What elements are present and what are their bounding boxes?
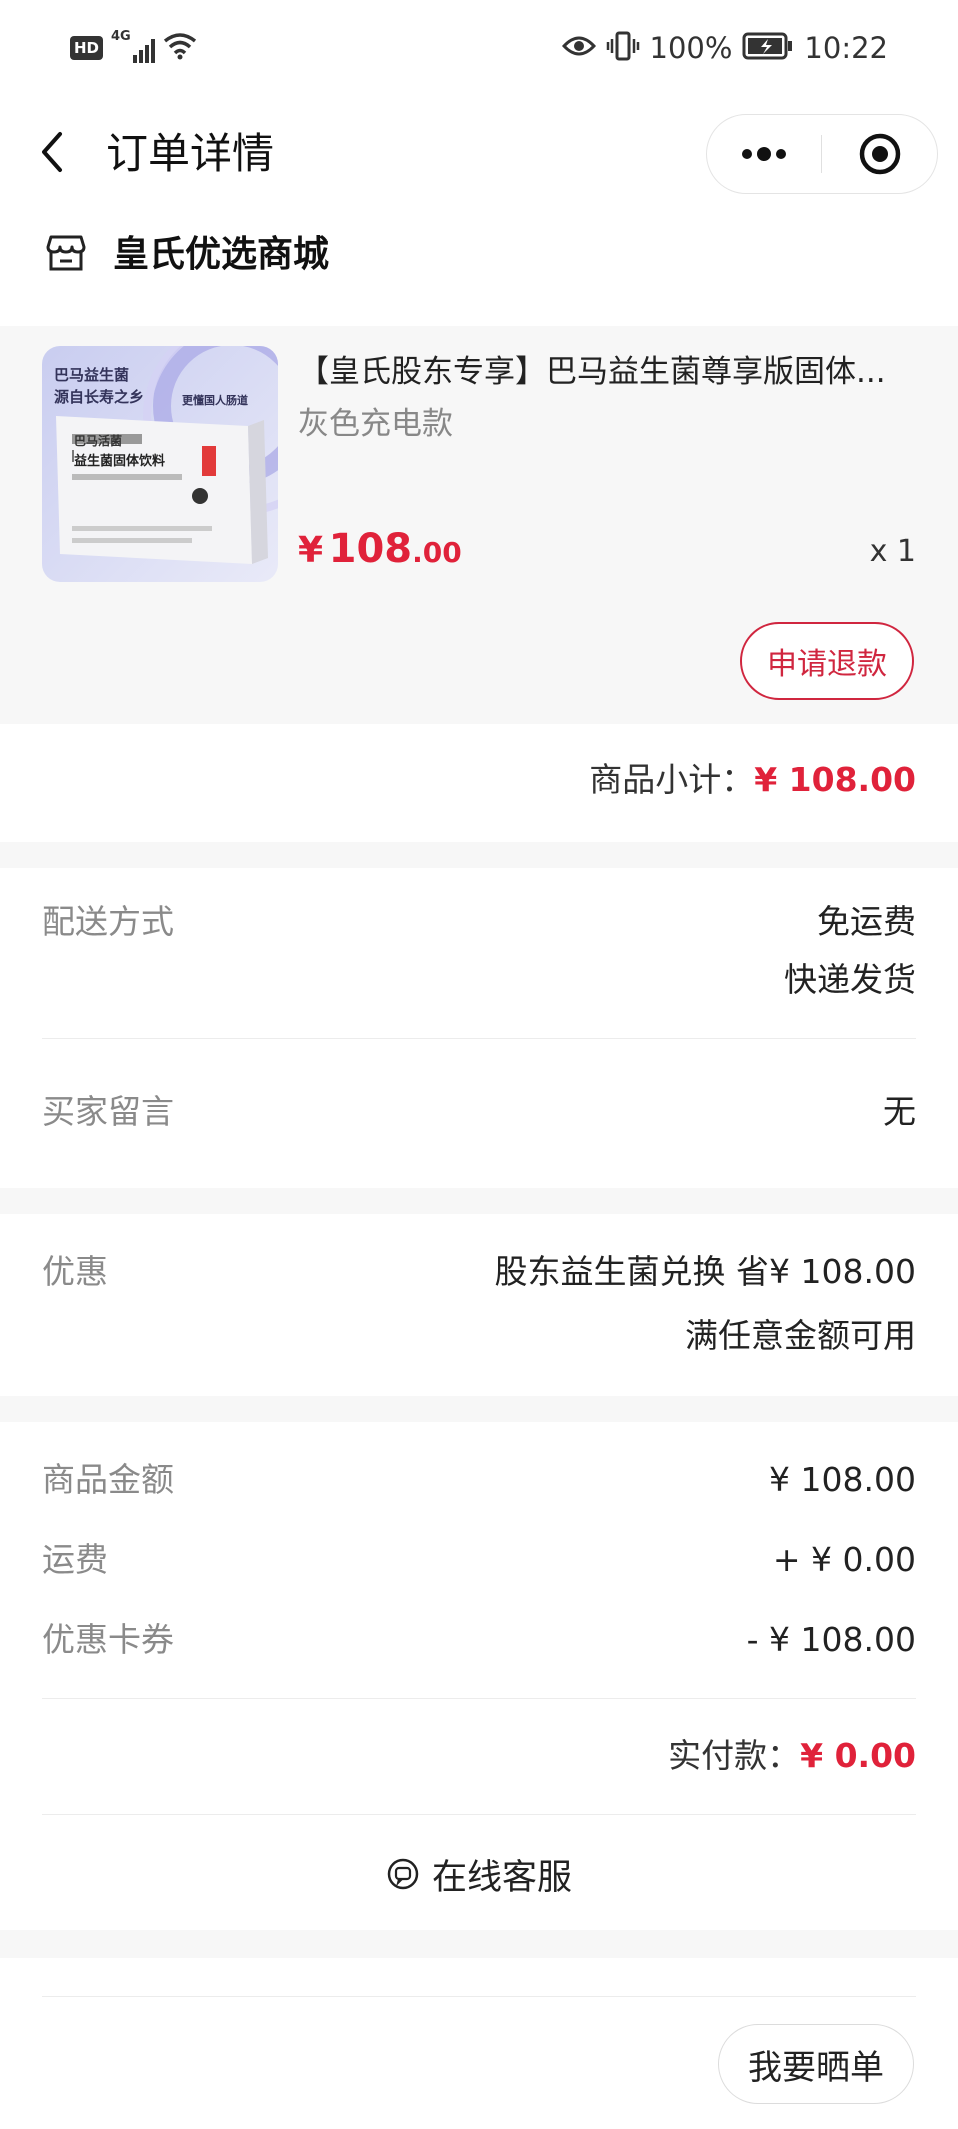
status-bar: HD 4G 100% 10:22: [0, 0, 958, 96]
discount-name: 股东益生菌兑换 省¥ 108.00: [494, 1252, 916, 1291]
section-divider: [0, 1930, 958, 1958]
more-dots-icon: [742, 147, 786, 161]
buyer-message-label: 买家留言: [42, 1092, 174, 1131]
chevron-left-icon: [42, 132, 62, 172]
customer-service-label: 在线客服: [431, 1857, 572, 1898]
divider-line: [42, 1996, 916, 1997]
product-title[interactable]: 【皇氏股东专享】巴马益生菌尊享版固体...: [298, 350, 918, 394]
product-image[interactable]: 巴马益生菌 源自长寿之乡 更懂国人肠道 巴马活菌 益生菌固体饮料: [42, 346, 278, 582]
subtotal: 商品小计：¥ 108.00: [589, 756, 916, 804]
paid-label: 实付款：: [668, 1736, 801, 1775]
image-tagline: 更懂国人肠道: [182, 394, 248, 407]
product-variant: 灰色充电款: [298, 406, 453, 442]
divider-line: [42, 1814, 916, 1815]
image-headline-2: 源自长寿之乡: [54, 388, 145, 406]
subtotal-value: ¥ 108.00: [754, 760, 916, 799]
miniprogram-capsule: [706, 114, 938, 194]
price-integer: 108: [328, 526, 413, 572]
status-right: 100% 10:22: [561, 28, 888, 68]
vibrate-icon: [606, 30, 640, 66]
price-decimal: .00: [412, 536, 462, 569]
hd-badge: HD: [70, 36, 104, 60]
eye-icon: [561, 34, 596, 62]
image-box-line-1: 巴马活菌: [74, 434, 123, 448]
coupon-label: 优惠卡券: [42, 1620, 174, 1659]
battery-percent: 100%: [649, 31, 733, 65]
status-left: HD 4G: [70, 29, 197, 66]
goods-amount-label: 商品金额: [42, 1460, 174, 1499]
divider-line: [42, 1698, 916, 1699]
paid-value: ¥ 0.00: [800, 1736, 916, 1775]
image-box-line-2: 益生菌固体饮料: [74, 450, 166, 469]
divider-line: [42, 1038, 916, 1039]
page-title: 订单详情: [106, 129, 275, 178]
coupon-value: - ¥ 108.00: [746, 1620, 916, 1659]
section-divider: [0, 842, 958, 868]
clock: 10:22: [804, 31, 888, 65]
chat-icon: [387, 1858, 419, 1890]
back-button[interactable]: [32, 124, 80, 180]
battery-icon: [742, 32, 794, 64]
store-icon: [46, 233, 86, 273]
shop-name[interactable]: 皇氏优选商城: [113, 232, 329, 278]
image-headline-1: 巴马益生菌: [54, 366, 130, 384]
refund-button[interactable]: 申请退款: [740, 622, 914, 700]
delivery-label: 配送方式: [42, 902, 174, 941]
goods-amount-value: ¥ 108.00: [769, 1460, 916, 1499]
delivery-method: 快递发货: [784, 960, 916, 999]
discount-condition: 满任意金额可用: [685, 1316, 916, 1355]
share-review-button[interactable]: 我要晒单: [718, 2024, 914, 2104]
network-type: 4G: [111, 29, 131, 44]
customer-service-button[interactable]: 在线客服: [0, 1846, 958, 1902]
product-quantity: x 1: [869, 534, 916, 569]
wifi-icon: [163, 32, 197, 64]
section-divider: [0, 1188, 958, 1214]
signal-icon: 4G: [111, 29, 156, 63]
paid-amount: 实付款：¥ 0.00: [668, 1732, 916, 1780]
price-currency: ¥: [298, 530, 324, 571]
discount-label: 优惠: [42, 1252, 108, 1291]
delivery-fee: 免运费: [817, 902, 916, 941]
shipping-value: + ¥ 0.00: [772, 1540, 916, 1579]
subtotal-label: 商品小计：: [589, 760, 755, 799]
product-price: ¥ 108.00: [298, 524, 462, 582]
close-miniprogram-button[interactable]: [822, 115, 937, 193]
buyer-message-value: 无: [883, 1092, 916, 1131]
shipping-label: 运费: [42, 1540, 108, 1579]
section-divider: [0, 1396, 958, 1422]
target-icon: [859, 133, 900, 175]
more-button[interactable]: [707, 115, 821, 193]
